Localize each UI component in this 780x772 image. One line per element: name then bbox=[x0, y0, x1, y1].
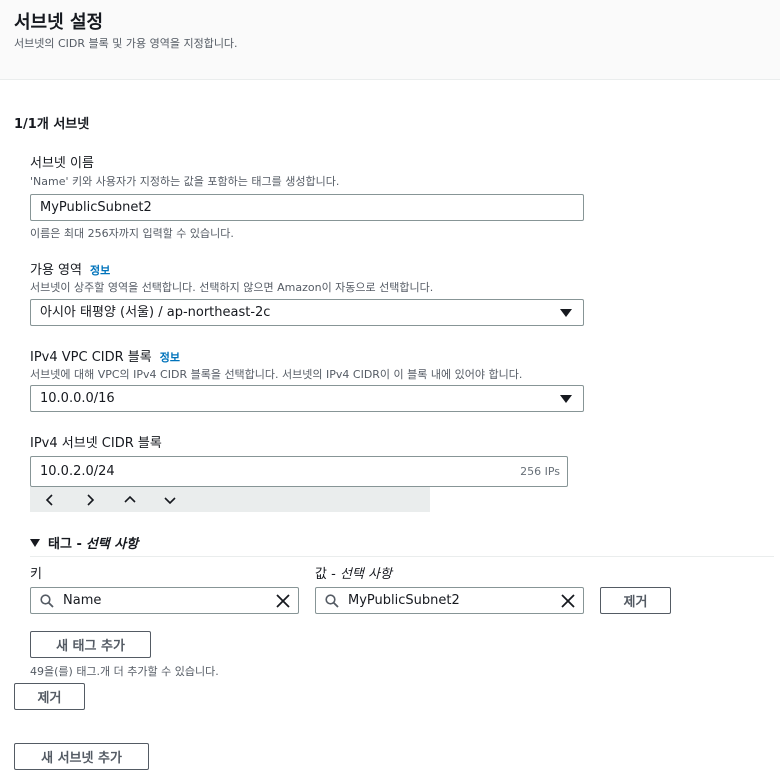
vpc-cidr-label-text: IPv4 VPC CIDR 블록 bbox=[30, 350, 152, 365]
add-subnet-button[interactable]: 새 서브넷 추가 bbox=[14, 743, 149, 770]
section-title: 1/1개 서브넷 bbox=[14, 117, 90, 132]
tag-key-label: 키 bbox=[30, 567, 42, 582]
availability-zone-description: 서브넷이 상주할 영역을 선택합니다. 선택하지 않으면 Amazon이 자동으… bbox=[30, 281, 434, 294]
subnet-cidr-input[interactable]: 10.0.2.0/24 256 IPs bbox=[30, 456, 568, 487]
page-description: 서브넷의 CIDR 블록 및 가용 영역을 지정합니다. bbox=[14, 37, 238, 50]
remove-tag-button[interactable]: 제거 bbox=[600, 587, 671, 614]
availability-zone-label: 가용 영역 정보 bbox=[30, 259, 110, 278]
vpc-cidr-description: 서브넷에 대해 VPC의 IPv4 CIDR 블록을 선택합니다. 서브넷의 I… bbox=[30, 368, 523, 381]
tags-toggle-label: 태그 - bbox=[48, 537, 82, 552]
subnet-name-description: 'Name' 키와 사용자가 지정하는 값을 포함하는 태그를 생성합니다. bbox=[30, 175, 340, 188]
subnet-name-value: MyPublicSubnet2 bbox=[40, 200, 152, 215]
vpc-cidr-value: 10.0.0.0/16 bbox=[40, 391, 115, 406]
vpc-cidr-info-link[interactable]: 정보 bbox=[160, 351, 180, 364]
remove-subnet-button[interactable]: 제거 bbox=[14, 683, 85, 710]
chevron-down-icon[interactable] bbox=[155, 487, 185, 512]
tags-remaining-hint: 49을(를) 태그.개 더 추가할 수 있습니다. bbox=[30, 665, 219, 678]
vpc-cidr-label: IPv4 VPC CIDR 블록 정보 bbox=[30, 346, 180, 365]
caret-down-icon bbox=[560, 395, 572, 403]
close-icon[interactable] bbox=[561, 594, 575, 608]
tag-value-label-prefix: 값 - bbox=[315, 567, 336, 582]
subnet-cidr-label: IPv4 서브넷 CIDR 블록 bbox=[30, 436, 162, 451]
vpc-cidr-select[interactable]: 10.0.0.0/16 bbox=[30, 385, 584, 412]
subnet-name-hint: 이름은 최대 256자까지 입력할 수 있습니다. bbox=[30, 227, 234, 240]
tag-value-input[interactable]: MyPublicSubnet2 bbox=[315, 587, 584, 614]
page-title: 서브넷 설정 bbox=[14, 12, 104, 33]
caret-down-icon bbox=[560, 309, 572, 317]
cidr-stepper bbox=[30, 487, 430, 512]
search-icon bbox=[40, 594, 54, 608]
availability-zone-select[interactable]: 아시아 태평양 (서울) / ap-northeast-2c bbox=[30, 299, 584, 326]
subnet-name-label: 서브넷 이름 bbox=[30, 156, 94, 171]
add-tag-button[interactable]: 새 태그 추가 bbox=[30, 631, 151, 658]
tag-value-label-optional: 선택 사항 bbox=[339, 567, 392, 582]
subnet-name-input[interactable]: MyPublicSubnet2 bbox=[30, 194, 584, 221]
chevron-left-icon[interactable] bbox=[35, 487, 65, 512]
tags-toggle-optional: 선택 사항 bbox=[85, 537, 139, 552]
tag-key-value: Name bbox=[63, 593, 102, 608]
tag-value-label: 값 - 선택 사항 bbox=[315, 563, 392, 582]
tag-key-input[interactable]: Name bbox=[30, 587, 299, 614]
availability-zone-info-link[interactable]: 정보 bbox=[90, 264, 110, 277]
tags-expander[interactable]: 태그 - 선택 사항 bbox=[30, 533, 138, 552]
close-icon[interactable] bbox=[276, 594, 290, 608]
divider bbox=[30, 556, 774, 557]
availability-zone-value: 아시아 태평양 (서울) / ap-northeast-2c bbox=[40, 305, 271, 320]
subnet-cidr-value: 10.0.2.0/24 bbox=[40, 464, 115, 479]
chevron-up-icon[interactable] bbox=[115, 487, 145, 512]
chevron-right-icon[interactable] bbox=[75, 487, 105, 512]
tag-value-value: MyPublicSubnet2 bbox=[348, 593, 460, 608]
ip-count: 256 IPs bbox=[520, 465, 560, 478]
caret-down-icon bbox=[30, 538, 40, 547]
search-icon bbox=[325, 594, 339, 608]
availability-zone-label-text: 가용 영역 bbox=[30, 263, 82, 278]
